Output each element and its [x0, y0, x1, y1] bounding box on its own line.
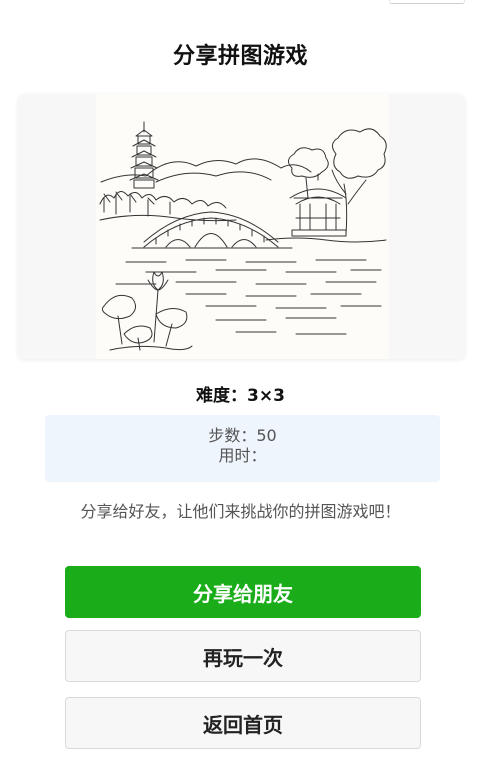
back-to-home-button[interactable]: 返回首页 [65, 697, 421, 749]
home-button-label: 返回首页 [203, 712, 283, 737]
share-to-friend-button[interactable]: 分享给朋友 [65, 566, 421, 618]
puzzle-image-card [18, 94, 465, 359]
play-again-button[interactable]: 再玩一次 [65, 630, 421, 682]
difficulty-label: 难度：3×3 [196, 386, 285, 406]
top-tab-indicator [389, 0, 465, 4]
stats-box: 步数：50 用时： [45, 415, 440, 482]
page-title: 分享拼图游戏 [172, 44, 308, 69]
pagoda-drawing [129, 121, 159, 189]
puzzle-image [96, 94, 389, 359]
time-label: 用时： [218, 446, 267, 465]
pavilion-drawing [289, 173, 347, 237]
steps-label: 步数：50 [208, 426, 277, 445]
share-button-label: 分享给朋友 [193, 581, 293, 606]
bridge-drawing [131, 211, 293, 249]
play-again-button-label: 再玩一次 [203, 645, 283, 670]
share-prompt-text: 分享给好友，让他们来挑战你的拼图游戏吧！ [80, 502, 401, 521]
